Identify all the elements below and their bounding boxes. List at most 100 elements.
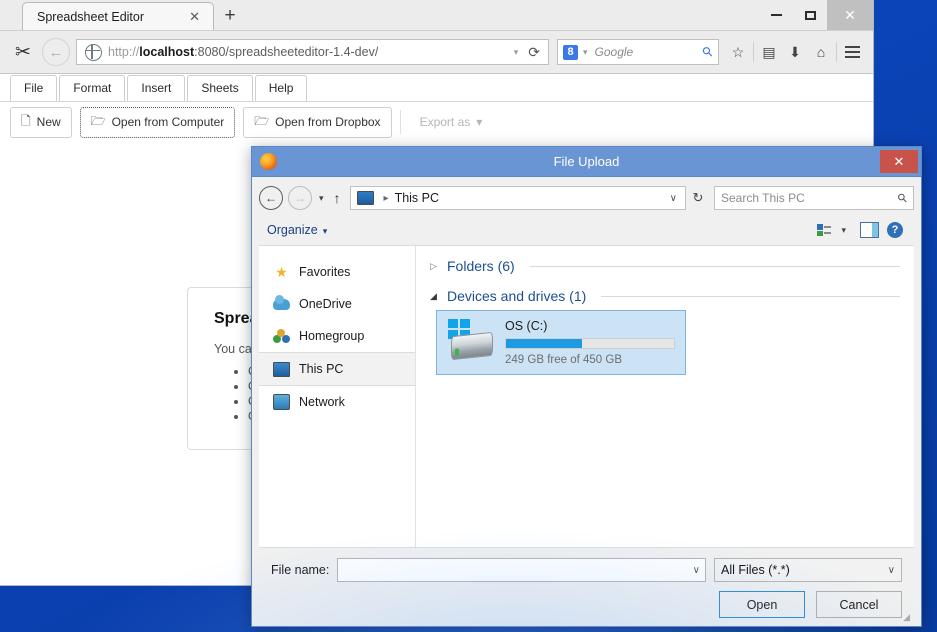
toolbar-divider xyxy=(399,110,401,134)
new-button-label: New xyxy=(36,115,61,129)
file-type-filter-value: All Files (*.*) xyxy=(721,563,790,577)
new-tab-button[interactable]: + xyxy=(216,2,244,30)
up-one-level-button[interactable]: ↑ xyxy=(332,190,350,206)
view-controls: ▾ ? xyxy=(813,220,914,240)
divider xyxy=(836,42,837,62)
sidebar-item-favorites[interactable]: ★ Favorites xyxy=(259,256,415,288)
reader-icon[interactable]: ▤ xyxy=(756,39,782,65)
menu-item-sheets[interactable]: Sheets xyxy=(187,75,253,101)
downloads-icon[interactable]: ⬇ xyxy=(782,39,808,65)
browser-navigation-bar: ✂ ← http://localhost:8080/spreadsheetedi… xyxy=(0,30,873,73)
search-engine-icon[interactable]: 8 xyxy=(563,44,578,60)
browser-search-box[interactable]: 8 ▾ Google ⚲ xyxy=(557,39,719,65)
group-title: Devices and drives (1) xyxy=(447,288,587,304)
new-button[interactable]: 🗋 New xyxy=(10,106,72,138)
folder-icon: 🗁 xyxy=(254,113,270,128)
dialog-titlebar: File Upload ✕ xyxy=(252,147,921,177)
sidebar-item-label: This PC xyxy=(299,362,344,376)
sidebar-item-label: Network xyxy=(299,395,345,409)
menu-item-help[interactable]: Help xyxy=(254,75,308,101)
help-icon[interactable]: ? xyxy=(884,220,906,240)
organize-button[interactable]: Organize ▾ xyxy=(259,223,327,237)
resize-grip-icon[interactable]: ◢ xyxy=(903,612,910,623)
browser-toolbar-icons: ☆ ▤ ⬇ ⌂ xyxy=(725,39,865,65)
drive-capacity-fill xyxy=(506,339,582,348)
breadcrumb[interactable]: This PC xyxy=(395,191,439,205)
drive-capacity-bar xyxy=(505,338,675,349)
export-as-button[interactable]: Export as ▾ xyxy=(408,110,494,134)
menu-item-insert[interactable]: Insert xyxy=(127,75,186,101)
chevron-down-icon[interactable]: ▾ xyxy=(514,47,519,58)
address-bar[interactable]: http://localhost:8080/spreadsheeteditor-… xyxy=(76,39,549,65)
drive-name: OS (C:) xyxy=(505,319,548,333)
refresh-icon[interactable]: ↻ xyxy=(686,190,710,206)
dialog-forward-button[interactable]: → xyxy=(288,186,312,210)
dialog-action-buttons: Open Cancel xyxy=(271,591,902,618)
change-view-icon[interactable] xyxy=(813,220,835,240)
view-chevron-down-icon[interactable]: ▾ xyxy=(839,225,854,236)
menu-hamburger-icon[interactable] xyxy=(839,39,865,65)
maximize-button[interactable] xyxy=(793,0,827,30)
scissors-icon[interactable]: ✂ xyxy=(8,41,38,64)
window-controls: ✕ xyxy=(759,0,873,30)
address-bar-actions: ▾ ⟳ xyxy=(514,44,544,61)
sidebar-item-this-pc[interactable]: This PC xyxy=(259,352,415,386)
dialog-search-input[interactable]: Search This PC xyxy=(721,191,898,205)
homegroup-icon xyxy=(273,328,290,345)
chevron-down-icon: ∨ xyxy=(887,564,895,576)
hard-drive-icon xyxy=(447,319,493,361)
bookmark-star-icon[interactable]: ☆ xyxy=(725,39,751,65)
preview-pane-icon[interactable] xyxy=(858,220,880,240)
tab-close-icon[interactable]: ✕ xyxy=(182,9,207,25)
chevron-down-icon: ▾ xyxy=(476,115,483,129)
chevron-down-icon: ▾ xyxy=(322,226,328,236)
breadcrumb-chevron-down-icon[interactable]: ∨ xyxy=(670,193,681,204)
open-from-dropbox-button[interactable]: 🗁 Open from Dropbox xyxy=(243,106,392,138)
back-button[interactable]: ← xyxy=(42,38,70,66)
open-button[interactable]: Open xyxy=(719,591,805,618)
breadcrumb-bar[interactable]: ▸ This PC ∨ xyxy=(349,186,686,210)
reload-icon[interactable]: ⟳ xyxy=(528,44,540,61)
chevron-down-icon[interactable]: ∨ xyxy=(693,565,700,576)
url-text: http://localhost:8080/spreadsheeteditor-… xyxy=(108,45,379,59)
dialog-search-box[interactable]: Search This PC ⚲ xyxy=(714,186,914,210)
menu-item-format[interactable]: Format xyxy=(59,75,126,101)
tab-title: Spreadsheet Editor xyxy=(37,9,145,24)
file-type-filter-select[interactable]: All Files (*.*) ∨ xyxy=(714,558,902,582)
app-menubar: File Format Insert Sheets Help xyxy=(0,74,873,102)
dialog-close-button[interactable]: ✕ xyxy=(880,150,918,173)
recent-locations-icon[interactable]: ▾ xyxy=(317,193,332,204)
open-from-computer-button[interactable]: 🗁 Open from Computer xyxy=(79,106,236,138)
menu-item-file[interactable]: File xyxy=(10,75,58,101)
group-header-devices[interactable]: ◢ Devices and drives (1) xyxy=(430,288,900,304)
group-title: Folders (6) xyxy=(447,258,515,274)
search-engine-caret-icon[interactable]: ▾ xyxy=(583,47,588,58)
drive-item-os-c[interactable]: OS (C:) 249 GB free of 450 GB xyxy=(436,310,686,375)
breadcrumb-separator-icon: ▸ xyxy=(383,192,389,204)
dialog-main-area: ★ Favorites OneDrive Homegroup This PC N… xyxy=(259,246,914,548)
dialog-back-button[interactable]: ← xyxy=(259,186,283,210)
divider xyxy=(601,295,900,297)
export-as-label: Export as xyxy=(419,115,471,129)
sidebar-item-label: Homegroup xyxy=(299,329,365,343)
computer-icon xyxy=(273,361,290,378)
minimize-button[interactable] xyxy=(759,0,793,30)
firefox-logo-icon xyxy=(260,153,277,170)
file-upload-dialog: File Upload ✕ ← → ▾ ↑ ▸ This PC ∨ ↻ Sear… xyxy=(251,146,922,627)
sidebar-item-homegroup[interactable]: Homegroup xyxy=(259,320,415,352)
home-icon[interactable]: ⌂ xyxy=(808,39,834,65)
dialog-sidebar: ★ Favorites OneDrive Homegroup This PC N… xyxy=(259,246,416,547)
search-input[interactable]: Google xyxy=(595,45,704,59)
open-from-computer-label: Open from Computer xyxy=(111,115,225,129)
sidebar-item-network[interactable]: Network xyxy=(259,386,415,418)
file-name-label: File name: xyxy=(271,563,330,577)
browser-tab[interactable]: Spreadsheet Editor ✕ xyxy=(22,2,214,30)
sidebar-item-onedrive[interactable]: OneDrive xyxy=(259,288,415,320)
folder-icon: 🗁 xyxy=(90,113,106,128)
app-toolbar: 🗋 New 🗁 Open from Computer 🗁 Open from D… xyxy=(0,102,873,142)
close-button[interactable]: ✕ xyxy=(827,0,873,30)
cancel-button[interactable]: Cancel xyxy=(816,591,902,618)
file-name-input[interactable]: ∨ xyxy=(337,558,706,582)
file-icon: 🗋 xyxy=(21,113,31,128)
group-header-folders[interactable]: ▷ Folders (6) xyxy=(430,258,900,274)
